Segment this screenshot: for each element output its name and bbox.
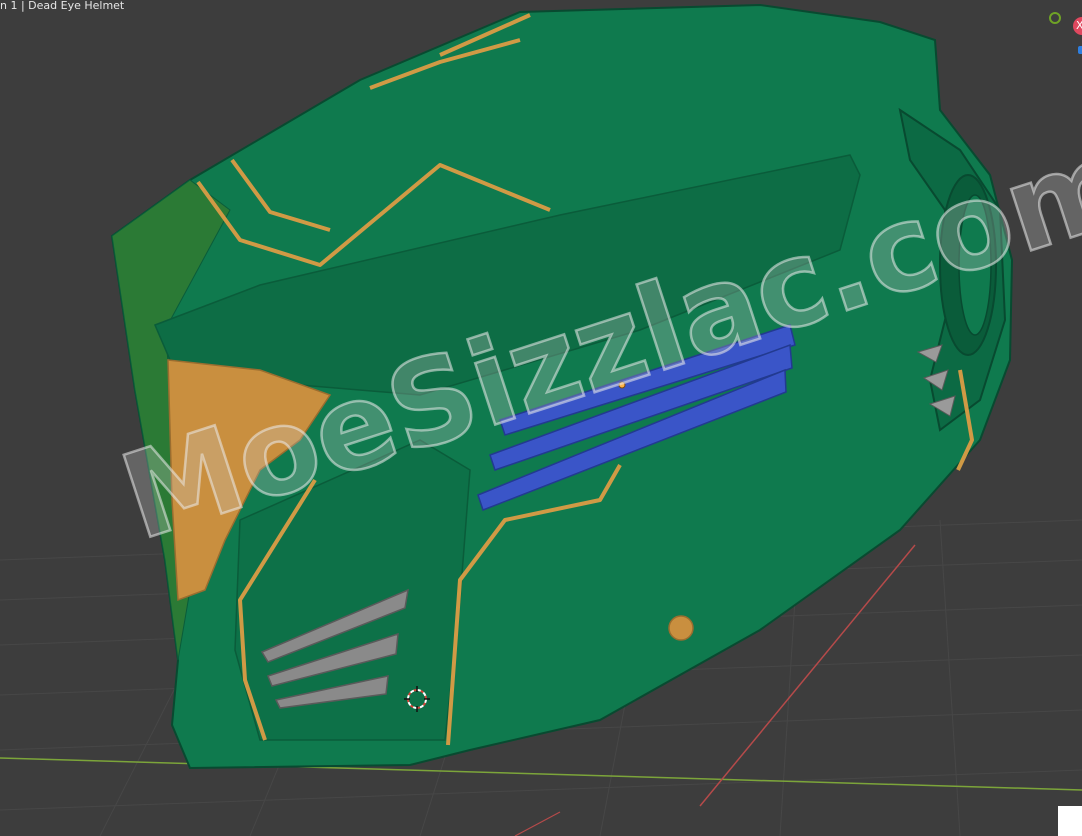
origin-dot-icon[interactable] — [618, 381, 626, 389]
gizmo-y-icon[interactable] — [1049, 12, 1061, 24]
gizmo-z-icon[interactable] — [1078, 46, 1082, 54]
3d-viewport[interactable]: MoeSizzlac.com n 1 | Dead Eye Helmet X — [0, 0, 1082, 836]
helmet-model[interactable] — [0, 0, 1082, 836]
corner-panel — [1058, 806, 1082, 836]
viewport-label: n 1 | Dead Eye Helmet — [0, 0, 125, 12]
helmet-rear-ring-inner — [958, 194, 992, 336]
gold-bolt — [668, 615, 694, 641]
